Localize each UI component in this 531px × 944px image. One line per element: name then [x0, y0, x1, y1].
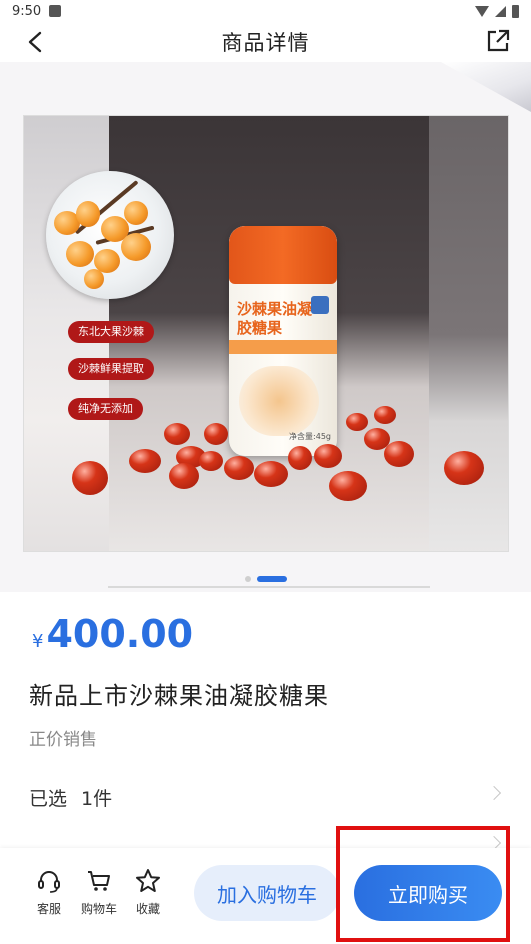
- bottom-action-bar: 客服 购物车 收藏 加入购物车 立即购买: [0, 848, 531, 944]
- cart-button[interactable]: 购物车: [75, 868, 123, 917]
- cart-label: 购物车: [80, 902, 117, 916]
- customer-service-button[interactable]: 客服: [25, 868, 73, 917]
- product-photo[interactable]: 东北大果沙棘 沙棘鲜果提取 纯净无添加 沙棘果油凝胶糖果 净含量:45g: [23, 115, 509, 552]
- favorite-label: 收藏: [135, 902, 160, 916]
- star-icon: [136, 869, 160, 892]
- feature-tag: 沙棘鲜果提取: [68, 358, 154, 380]
- chevron-right-icon: [486, 836, 502, 848]
- selected-label: 已选: [29, 787, 68, 810]
- notification-icon: [49, 5, 62, 17]
- nav-bar: 商品详情: [0, 22, 531, 62]
- shopping-cart-icon: [88, 871, 110, 891]
- price-value: 400.00: [46, 612, 194, 656]
- back-arrow-icon[interactable]: [24, 30, 48, 54]
- headset-icon: [38, 871, 60, 893]
- bottle-label: 沙棘果油凝胶糖果: [237, 300, 313, 337]
- partially-hidden-row[interactable]: [29, 836, 503, 848]
- share-icon[interactable]: [485, 28, 511, 54]
- wifi-icon: [475, 5, 489, 17]
- status-icons: [475, 4, 519, 18]
- feature-tag: 东北大果沙棘: [68, 321, 154, 343]
- buy-now-button[interactable]: 立即购买: [354, 865, 502, 921]
- carousel-indicator: [0, 574, 531, 584]
- selected-spec-row[interactable]: 已选 1件: [29, 782, 503, 812]
- product-bottle: 沙棘果油凝胶糖果 净含量:45g: [229, 226, 337, 456]
- brand-logo-icon: [311, 296, 329, 314]
- selected-value: 1件: [81, 787, 113, 810]
- currency-symbol: ¥: [32, 631, 44, 652]
- feature-tag: 纯净无添加: [68, 398, 143, 420]
- status-bar: 9:50: [0, 0, 531, 22]
- add-to-cart-button[interactable]: 加入购物车: [194, 865, 340, 921]
- product-price: ¥ 400.00: [32, 612, 193, 656]
- sale-tag: 正价销售: [29, 730, 97, 750]
- customer-service-label: 客服: [36, 902, 61, 916]
- product-name: 新品上市沙棘果油凝胶糖果: [29, 682, 329, 710]
- product-image-carousel[interactable]: 东北大果沙棘 沙棘鲜果提取 纯净无添加 沙棘果油凝胶糖果 净含量:45g: [0, 62, 531, 592]
- status-time: 9:50: [12, 3, 42, 19]
- favorite-button[interactable]: 收藏: [124, 868, 172, 917]
- signal-icon: [495, 5, 506, 17]
- carousel-dot-active[interactable]: [256, 576, 287, 582]
- battery-icon: [512, 4, 519, 18]
- page-curl-decoration: [441, 62, 531, 112]
- chevron-right-icon: [486, 785, 502, 801]
- page-title: 商品详情: [221, 31, 310, 55]
- net-weight: 净含量:45g: [289, 432, 331, 441]
- carousel-dot[interactable]: [244, 576, 251, 582]
- sea-buckthorn-berries-image: [46, 171, 174, 299]
